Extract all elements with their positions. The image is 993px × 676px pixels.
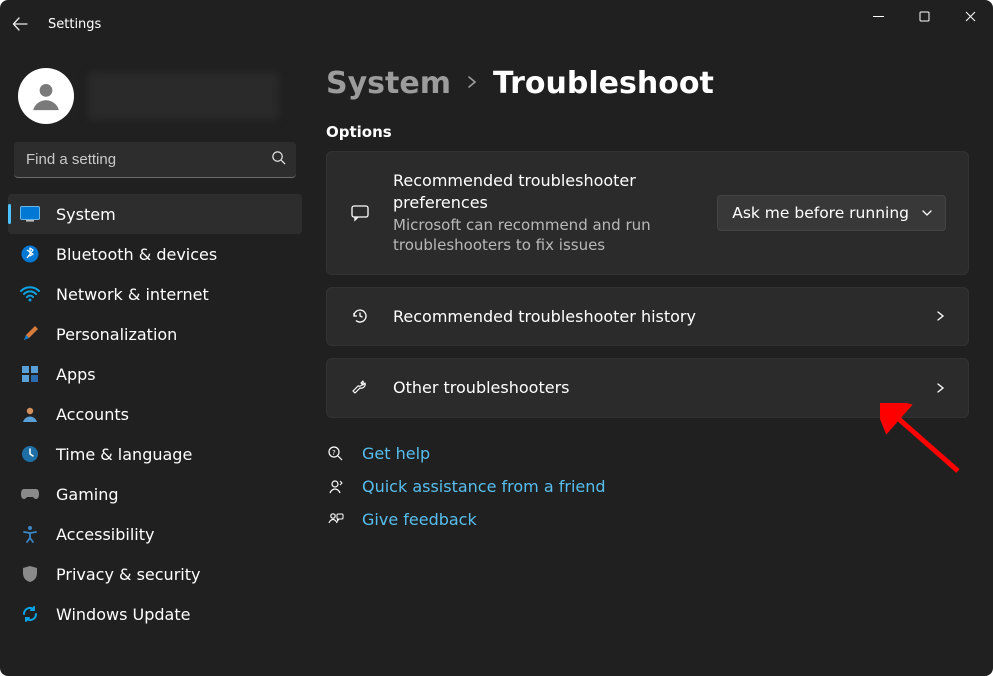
- content-pane: System Troubleshoot Options Recommended …: [310, 48, 993, 676]
- gamepad-icon: [20, 484, 40, 504]
- link-quick-assist[interactable]: Quick assistance from a friend: [326, 477, 969, 496]
- bluetooth-icon: [20, 244, 40, 264]
- settings-window: Settings: [0, 0, 993, 676]
- dropdown-value: Ask me before running: [732, 204, 909, 222]
- link-get-help[interactable]: ? Get help: [326, 444, 969, 463]
- sidebar-item-system[interactable]: System: [8, 194, 302, 234]
- sidebar-item-network[interactable]: Network & internet: [8, 274, 302, 314]
- help-links: ? Get help Quick assistance from a frien…: [326, 444, 969, 529]
- update-icon: [20, 604, 40, 624]
- card-other-troubleshooters[interactable]: Other troubleshooters: [326, 358, 969, 418]
- sidebar-item-accounts[interactable]: Accounts: [8, 394, 302, 434]
- history-icon: [349, 306, 371, 326]
- sidebar-item-privacy[interactable]: Privacy & security: [8, 554, 302, 594]
- card-title: Recommended troubleshooter history: [393, 306, 912, 328]
- link-text[interactable]: Quick assistance from a friend: [362, 477, 606, 496]
- sidebar-item-label: Apps: [56, 365, 96, 384]
- chevron-right-icon: [934, 379, 946, 398]
- maximize-button[interactable]: [901, 0, 947, 32]
- search-input[interactable]: [26, 151, 271, 168]
- recommended-prefs-dropdown[interactable]: Ask me before running: [717, 195, 946, 231]
- apps-icon: [20, 364, 40, 384]
- wifi-icon: [20, 284, 40, 304]
- quick-assist-icon: [326, 478, 344, 495]
- sidebar-item-time-language[interactable]: Time & language: [8, 434, 302, 474]
- titlebar: Settings: [0, 0, 993, 48]
- card-desc: Microsoft can recommend and run troubles…: [393, 215, 695, 256]
- paintbrush-icon: [20, 324, 40, 344]
- clock-globe-icon: [20, 444, 40, 464]
- back-button[interactable]: [0, 0, 40, 48]
- arrow-left-icon: [12, 16, 28, 32]
- accessibility-icon: [20, 524, 40, 544]
- sidebar-item-gaming[interactable]: Gaming: [8, 474, 302, 514]
- maximize-icon: [919, 11, 930, 22]
- system-icon: [20, 204, 40, 224]
- card-recommended-prefs: Recommended troubleshooter preferences M…: [326, 151, 969, 275]
- sidebar: System Bluetooth & devices Network & int…: [0, 48, 310, 676]
- sidebar-item-accessibility[interactable]: Accessibility: [8, 514, 302, 554]
- sidebar-item-label: Bluetooth & devices: [56, 245, 217, 264]
- accounts-icon: [20, 404, 40, 424]
- app-title: Settings: [48, 17, 101, 32]
- close-button[interactable]: [947, 0, 993, 32]
- minimize-button[interactable]: [855, 0, 901, 32]
- sidebar-item-label: Accessibility: [56, 525, 154, 544]
- profile-block[interactable]: [0, 54, 310, 142]
- sidebar-item-personalization[interactable]: Personalization: [8, 314, 302, 354]
- feedback-icon: [326, 511, 344, 528]
- minimize-icon: [873, 11, 884, 22]
- search-icon: [271, 150, 286, 169]
- sidebar-item-label: System: [56, 205, 116, 224]
- window-controls: [855, 0, 993, 32]
- sidebar-item-label: Time & language: [56, 445, 192, 464]
- card-troubleshooter-history[interactable]: Recommended troubleshooter history: [326, 287, 969, 347]
- breadcrumb-parent[interactable]: System: [326, 66, 451, 101]
- card-title: Other troubleshooters: [393, 377, 912, 399]
- link-give-feedback[interactable]: Give feedback: [326, 510, 969, 529]
- sidebar-item-apps[interactable]: Apps: [8, 354, 302, 394]
- link-text[interactable]: Give feedback: [362, 510, 477, 529]
- person-icon: [29, 79, 63, 113]
- help-icon: ?: [326, 445, 344, 462]
- sidebar-item-label: Accounts: [56, 405, 129, 424]
- breadcrumb-current: Troubleshoot: [493, 66, 714, 101]
- profile-name-redacted: [88, 72, 278, 120]
- sidebar-item-label: Gaming: [56, 485, 119, 504]
- chevron-right-icon: [465, 74, 479, 93]
- chat-icon: [349, 203, 371, 223]
- sidebar-item-label: Privacy & security: [56, 565, 200, 584]
- sidebar-item-label: Windows Update: [56, 605, 190, 624]
- link-text[interactable]: Get help: [362, 444, 430, 463]
- sidebar-item-label: Network & internet: [56, 285, 209, 304]
- avatar: [18, 68, 74, 124]
- sidebar-item-bluetooth[interactable]: Bluetooth & devices: [8, 234, 302, 274]
- nav-list: System Bluetooth & devices Network & int…: [0, 190, 310, 634]
- breadcrumb: System Troubleshoot: [326, 66, 969, 101]
- sidebar-item-label: Personalization: [56, 325, 177, 344]
- sidebar-item-windows-update[interactable]: Windows Update: [8, 594, 302, 634]
- card-title: Recommended troubleshooter preferences: [393, 170, 695, 213]
- section-options-label: Options: [326, 123, 969, 141]
- wrench-icon: [349, 378, 371, 398]
- svg-text:?: ?: [332, 449, 336, 457]
- chevron-right-icon: [934, 307, 946, 326]
- search-box[interactable]: [14, 142, 296, 178]
- chevron-down-icon: [921, 207, 933, 219]
- close-icon: [965, 11, 976, 22]
- shield-icon: [20, 564, 40, 584]
